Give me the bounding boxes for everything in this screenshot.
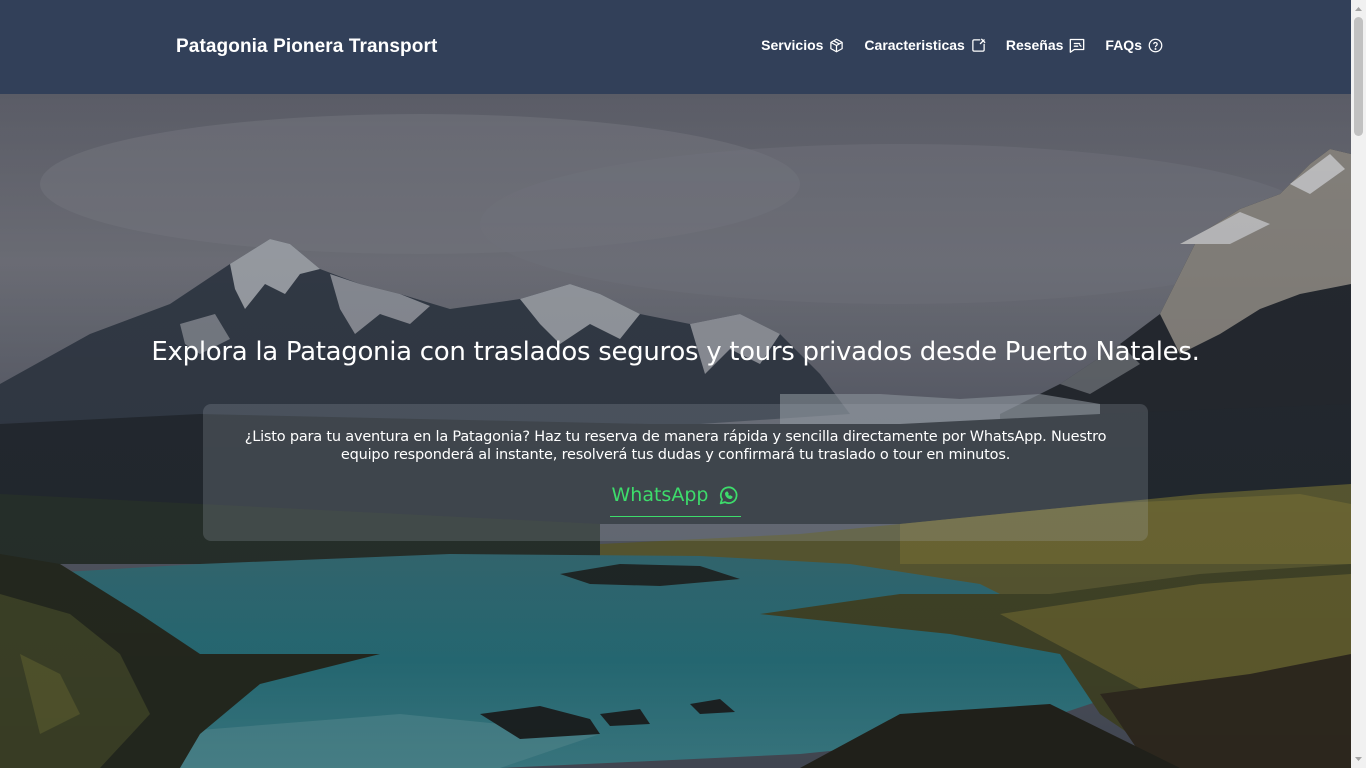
scrollbar-thumb[interactable] (1354, 17, 1363, 136)
booking-card-text: ¿Listo para tu aventura en la Patagonia?… (244, 429, 1107, 463)
main-nav: Servicios Caracteristicas Reseñas FAQs (761, 37, 1163, 53)
question-icon (1148, 38, 1163, 53)
page: Patagonia Pionera Transport Servicios Ca… (0, 0, 1366, 768)
whatsapp-button-label: WhatsApp (611, 484, 709, 506)
edit-list-icon (971, 38, 986, 53)
top-navbar: Patagonia Pionera Transport Servicios Ca… (0, 0, 1351, 94)
box-icon (829, 38, 844, 53)
booking-card: ¿Listo para tu aventura en la Patagonia?… (203, 404, 1148, 541)
hero-section: Explora la Patagonia con traslados segur… (0, 94, 1351, 768)
page-scrollbar[interactable] (1351, 0, 1366, 768)
nav-link-servicios[interactable]: Servicios (761, 37, 844, 53)
review-icon (1069, 38, 1085, 53)
hero-title: Explora la Patagonia con traslados segur… (151, 337, 1200, 367)
scroll-up-arrow-icon[interactable] (1351, 2, 1366, 16)
scroll-down-arrow-icon[interactable] (1351, 752, 1366, 766)
nav-label-resenas: Reseñas (1005, 37, 1064, 53)
nav-label-servicios: Servicios (761, 37, 824, 53)
whatsapp-button[interactable]: WhatsApp (610, 484, 741, 517)
nav-label-faqs: FAQs (1105, 37, 1142, 53)
nav-link-caracteristicas[interactable]: Caracteristicas (864, 37, 986, 53)
nav-link-resenas[interactable]: Reseñas (1006, 37, 1086, 53)
whatsapp-icon (718, 484, 739, 511)
brand-logo-link[interactable]: Patagonia Pionera Transport (176, 36, 437, 58)
nav-link-faqs[interactable]: FAQs (1105, 37, 1163, 53)
nav-label-caracteristicas: Caracteristicas (864, 37, 965, 53)
